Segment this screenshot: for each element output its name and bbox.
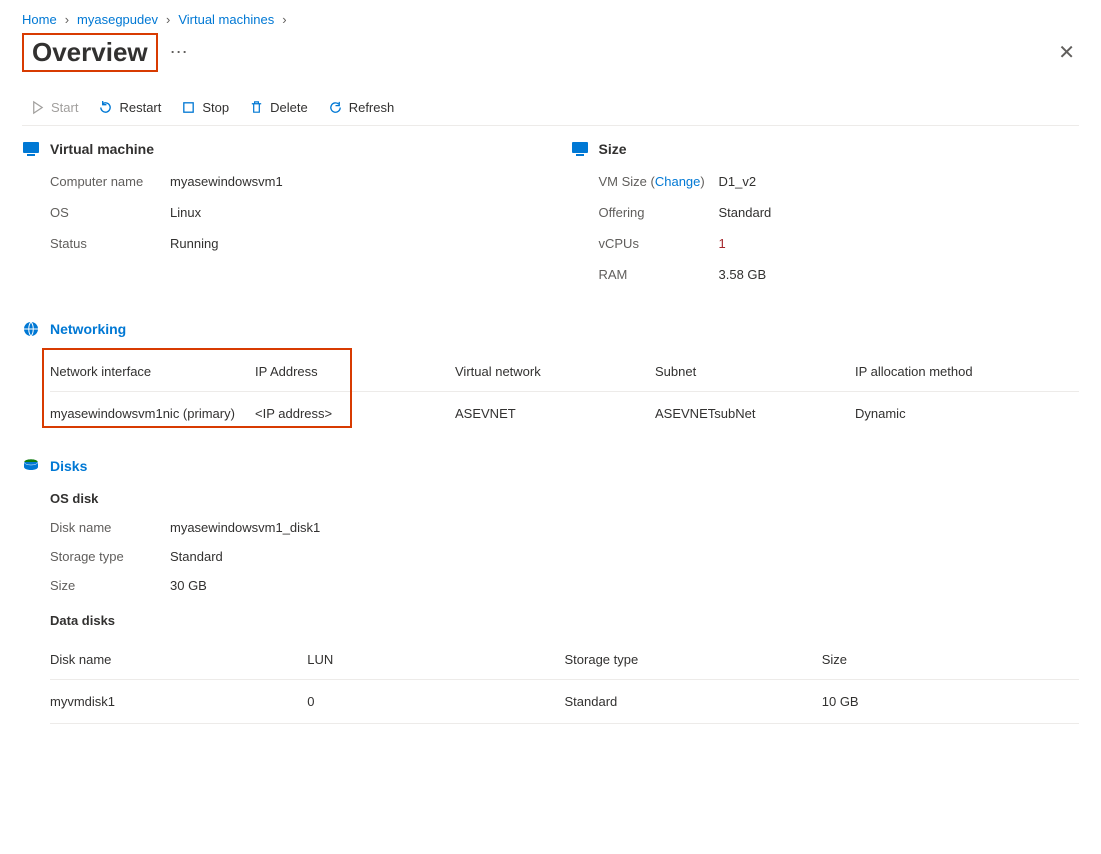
cell-iface: myasewindowsvm1nic (primary): [50, 392, 255, 436]
breadcrumb-dev[interactable]: myasegpudev: [77, 12, 158, 27]
trash-icon: [249, 100, 264, 115]
chevron-right-icon: ›: [166, 12, 170, 27]
ram-value: 3.58 GB: [719, 267, 767, 282]
data-disks-title: Data disks: [50, 613, 1079, 628]
computer-name-label: Computer name: [50, 174, 170, 189]
offering-value: Standard: [719, 205, 772, 220]
size-panel-title: Size: [599, 141, 627, 157]
page-title-highlight: Overview: [22, 33, 158, 72]
play-icon: [30, 100, 45, 115]
cell-lun: 0: [307, 680, 564, 724]
toolbar: Start Restart Stop Delete Refresh: [22, 86, 1079, 126]
vm-icon: [22, 140, 40, 158]
status-value: Running: [170, 236, 218, 251]
size-value: 30 GB: [170, 578, 207, 593]
refresh-button[interactable]: Refresh: [328, 100, 395, 115]
diskname-value: myasewindowsvm1_disk1: [170, 520, 320, 535]
os-label: OS: [50, 205, 170, 220]
size-icon: [571, 140, 589, 158]
vm-panel: Virtual machine Computer namemyasewindow…: [22, 140, 531, 298]
breadcrumb-vms[interactable]: Virtual machines: [178, 12, 274, 27]
th-subnet: Subnet: [655, 354, 855, 392]
cell-alloc: Dynamic: [855, 392, 1079, 436]
data-disks-table: Disk name LUN Storage type Size myvmdisk…: [50, 642, 1079, 724]
table-row[interactable]: myvmdisk1 0 Standard 10 GB: [50, 680, 1079, 724]
offering-label: Offering: [599, 205, 719, 220]
th-vnet: Virtual network: [455, 354, 655, 392]
stop-button[interactable]: Stop: [181, 100, 229, 115]
networking-header[interactable]: Networking: [22, 320, 1079, 338]
change-link[interactable]: Change: [655, 174, 701, 189]
chevron-right-icon: ›: [282, 12, 286, 27]
size-label: Size: [50, 578, 170, 593]
stop-icon: [181, 100, 196, 115]
th-iface: Network interface: [50, 354, 255, 392]
storage-value: Standard: [170, 549, 223, 564]
cell-subnet: ASEVNETsubNet: [655, 392, 855, 436]
close-icon[interactable]: ✕: [1054, 36, 1079, 69]
network-icon: [22, 320, 40, 338]
disks-section: Disks OS disk Disk namemyasewindowsvm1_d…: [22, 457, 1079, 724]
status-label: Status: [50, 236, 170, 251]
vcpus-label: vCPUs: [599, 236, 719, 251]
restart-button[interactable]: Restart: [98, 100, 161, 115]
table-row[interactable]: myasewindowsvm1nic (primary) <IP address…: [50, 392, 1079, 436]
disks-header[interactable]: Disks: [22, 457, 1079, 475]
cell-storage: Standard: [565, 680, 822, 724]
th-lun: LUN: [307, 642, 564, 680]
th-ip: IP Address: [255, 354, 455, 392]
os-disk-title: OS disk: [50, 491, 1079, 506]
breadcrumb: Home › myasegpudev › Virtual machines ›: [22, 12, 1079, 27]
networking-section: Networking Network interface IP Address …: [22, 320, 1079, 435]
th-size: Size: [822, 642, 1079, 680]
cell-vnet: ASEVNET: [455, 392, 655, 436]
more-icon[interactable]: ⋯: [170, 42, 190, 63]
page-title: Overview: [32, 37, 148, 68]
th-diskname: Disk name: [50, 642, 307, 680]
vmsize-label: VM Size (Change): [599, 174, 719, 189]
vcpus-value: 1: [719, 236, 726, 251]
diskname-label: Disk name: [50, 520, 170, 535]
computer-name-value: myasewindowsvm1: [170, 174, 283, 189]
networking-table: Network interface IP Address Virtual net…: [50, 354, 1079, 435]
th-alloc: IP allocation method: [855, 354, 1079, 392]
cell-ip: <IP address>: [255, 392, 455, 436]
vm-panel-title: Virtual machine: [50, 141, 154, 157]
ram-label: RAM: [599, 267, 719, 282]
storage-label: Storage type: [50, 549, 170, 564]
restart-icon: [98, 100, 113, 115]
start-button: Start: [30, 100, 78, 115]
disks-icon: [22, 457, 40, 475]
refresh-icon: [328, 100, 343, 115]
chevron-right-icon: ›: [65, 12, 69, 27]
delete-button[interactable]: Delete: [249, 100, 308, 115]
breadcrumb-home[interactable]: Home: [22, 12, 57, 27]
os-value: Linux: [170, 205, 201, 220]
vmsize-value: D1_v2: [719, 174, 757, 189]
cell-size: 10 GB: [822, 680, 1079, 724]
th-storage: Storage type: [565, 642, 822, 680]
size-panel: Size VM Size (Change) D1_v2 OfferingStan…: [571, 140, 1080, 298]
cell-diskname: myvmdisk1: [50, 680, 307, 724]
